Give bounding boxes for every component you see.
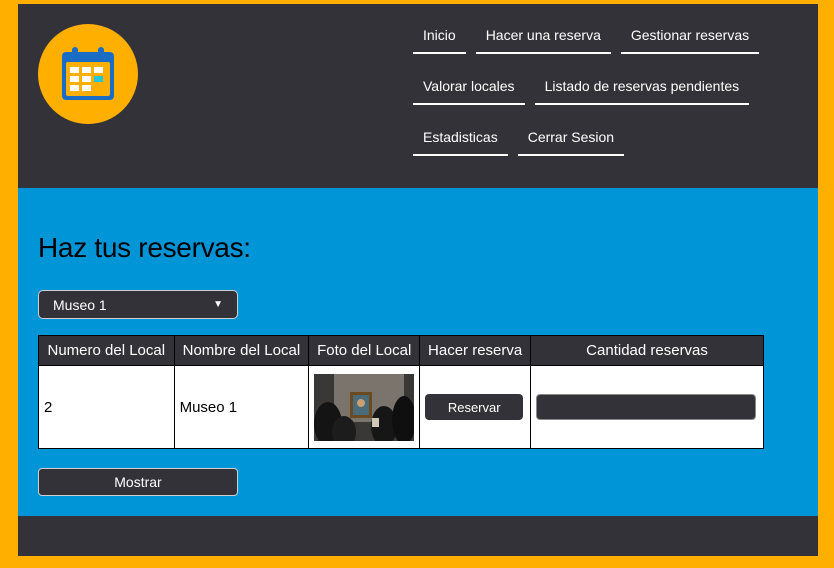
nav-hacer-reserva[interactable]: Hacer una reserva	[475, 22, 611, 54]
header-foto: Foto del Local	[308, 335, 421, 366]
header-numero: Numero del Local	[38, 335, 175, 366]
main-nav: Inicio Hacer una reserva Gestionar reser…	[413, 22, 813, 175]
site-header: Inicio Hacer una reserva Gestionar reser…	[18, 4, 818, 188]
cell-foto	[308, 365, 421, 449]
site-footer	[18, 516, 818, 556]
local-select-value: Museo 1	[53, 296, 107, 313]
nav-row: Estadisticas Cerrar Sesion	[413, 124, 813, 156]
mostrar-button[interactable]: Mostrar	[38, 468, 238, 496]
page-frame: Inicio Hacer una reserva Gestionar reser…	[18, 4, 818, 556]
museum-photo	[314, 373, 415, 441]
nav-inicio[interactable]: Inicio	[413, 22, 466, 54]
calendar-icon	[62, 47, 114, 100]
nav-row: Valorar locales Listado de reservas pend…	[413, 73, 813, 105]
nav-row: Inicio Hacer una reserva Gestionar reser…	[413, 22, 813, 54]
cell-cantidad	[530, 365, 764, 449]
logo	[38, 24, 138, 124]
cell-numero: 2	[38, 365, 175, 449]
header-hacer-reserva: Hacer reserva	[419, 335, 532, 366]
cell-nombre: Museo 1	[173, 365, 310, 449]
nav-estadisticas[interactable]: Estadisticas	[413, 124, 508, 156]
nav-listado-reservas[interactable]: Listado de reservas pendientes	[534, 73, 750, 105]
table-header-row: Numero del Local Nombre del Local Foto d…	[38, 335, 764, 366]
local-select[interactable]: Museo 1 ▼	[38, 290, 238, 319]
locales-table: Numero del Local Nombre del Local Foto d…	[38, 335, 764, 449]
header-nombre: Nombre del Local	[173, 335, 310, 366]
nav-gestionar-reservas[interactable]: Gestionar reservas	[620, 22, 760, 54]
table-row: 2 Museo 1 Reservar	[38, 365, 764, 449]
main-content: Haz tus reservas: Museo 1 ▼ Numero del L…	[18, 188, 818, 516]
header-cantidad: Cantidad reservas	[530, 335, 764, 366]
page-title: Haz tus reservas:	[38, 232, 251, 263]
cell-hacer-reserva: Reservar	[419, 365, 532, 449]
cantidad-reservas-input[interactable]	[536, 394, 757, 420]
reservar-button[interactable]: Reservar	[425, 394, 524, 420]
nav-valorar-locales[interactable]: Valorar locales	[413, 73, 525, 105]
chevron-down-icon: ▼	[213, 299, 223, 310]
nav-cerrar-sesion[interactable]: Cerrar Sesion	[517, 124, 625, 156]
